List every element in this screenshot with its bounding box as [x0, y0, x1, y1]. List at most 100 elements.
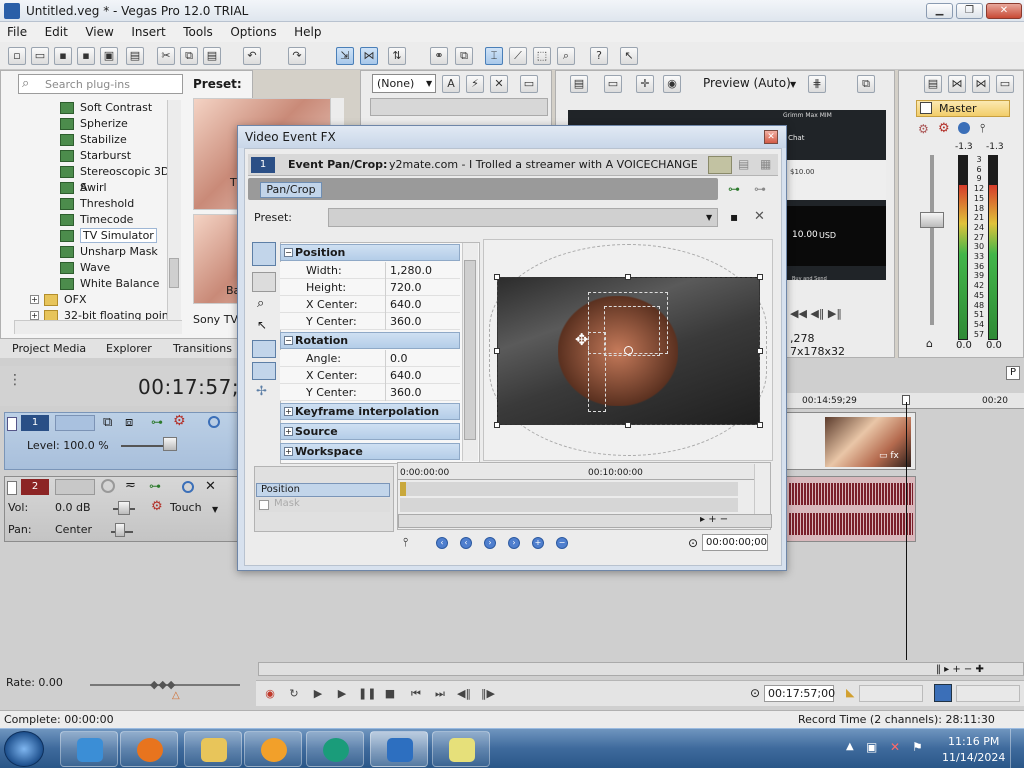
crop-handle-tr[interactable]	[757, 274, 763, 280]
prop-row-angle[interactable]: Angle: 0.0	[280, 350, 460, 367]
plugin-item[interactable]: Wave	[60, 260, 170, 276]
chain-view-icon[interactable]: ▤	[738, 157, 749, 171]
keyframe-track-mask[interactable]: Mask	[256, 498, 390, 512]
envelope-edit-tool-icon[interactable]: ⟋	[509, 47, 527, 65]
move-icon[interactable]: ↖	[257, 318, 267, 332]
automation-mode-dropdown[interactable]: Touch	[170, 501, 202, 514]
go-to-end-icon[interactable]: ⏭	[432, 686, 448, 702]
preview-grid-icon[interactable]: ⋕	[808, 75, 826, 93]
menu-help[interactable]: Help	[287, 22, 328, 39]
master-fx-gear-icon[interactable]: ⚙	[938, 121, 950, 136]
play-from-start-icon[interactable]: ▶	[310, 686, 326, 702]
master-lock-icon[interactable]: ⌂	[926, 337, 933, 350]
track-mute-icon[interactable]	[208, 416, 220, 428]
crop-handle-tl[interactable]	[494, 274, 500, 280]
menu-options[interactable]: Options	[223, 22, 283, 39]
ripple-edit-icon[interactable]: ⇅	[388, 47, 406, 65]
mixer-insert-icon[interactable]: ⋈	[948, 75, 966, 93]
next-keyframe-icon[interactable]: ›	[484, 537, 496, 549]
sync-cursor-icon[interactable]: ⫯	[403, 535, 408, 550]
flag-icon[interactable]: ⚑	[912, 740, 923, 754]
pan-crop-fx-button[interactable]: Pan/Crop	[260, 182, 322, 198]
add-fx-icon[interactable]: ⊶	[728, 182, 740, 196]
redo-icon[interactable]: ↷	[288, 47, 306, 65]
taskbar-vegas[interactable]	[370, 731, 428, 767]
plugin-item[interactable]: Soft Contrast	[60, 100, 170, 116]
preview-quality-dropdown[interactable]: Preview (Auto)	[703, 76, 791, 90]
crop-handle-l[interactable]	[494, 348, 500, 354]
save-as-icon[interactable]: ▪	[77, 47, 95, 65]
lock-aspect-icon[interactable]	[252, 362, 276, 380]
audio-track-header[interactable]: 2 ≂ ⊶ ✕ Vol: 0.0 dB ⚙ Touch ▼ Pan: Cente…	[4, 476, 253, 542]
lock-envelopes-icon[interactable]: ⚭	[430, 47, 448, 65]
master-fx-icon[interactable]: ⚙	[918, 122, 929, 136]
prop-row-rot-y-center[interactable]: Y Center: 360.0	[280, 384, 460, 401]
add-keyframe-icon[interactable]: +	[532, 537, 544, 549]
render-as-icon[interactable]: ▣	[100, 47, 118, 65]
clock-date[interactable]: 11/14/2024	[942, 751, 1005, 764]
what-is-this-icon[interactable]: ?	[590, 47, 608, 65]
tab-project-media[interactable]: Project Media	[12, 342, 86, 355]
remove-fx-icon[interactable]: ⊶	[754, 182, 766, 196]
trimmer-ruler[interactable]	[370, 98, 548, 116]
crop-frame[interactable]: ✥	[497, 277, 760, 425]
timeline-marker-icon[interactable]: P	[1006, 366, 1020, 380]
copy-icon[interactable]: ⧉	[180, 47, 198, 65]
selection-edit-tool-icon[interactable]: ⬚	[533, 47, 551, 65]
track-expand-icon[interactable]	[7, 417, 17, 431]
keyframe-vscrollbar[interactable]	[754, 464, 770, 514]
last-keyframe-icon[interactable]: ›	[508, 537, 520, 549]
ignore-grouping-icon[interactable]: ⧉	[455, 47, 473, 65]
prop-row-x-center[interactable]: X Center: 640.0	[280, 296, 460, 313]
vol-slider-handle[interactable]	[118, 501, 130, 515]
prop-row-rot-x-center[interactable]: X Center: 640.0	[280, 367, 460, 384]
prev-keyframe-icon[interactable]: ‹	[460, 537, 472, 549]
zoom-edit-tool-icon[interactable]: ⌕	[557, 47, 575, 65]
delete-preset-icon[interactable]: ✕	[754, 209, 765, 224]
enable-snapping-icon[interactable]	[252, 340, 276, 358]
level-slider-handle[interactable]	[163, 437, 177, 451]
section-position[interactable]: − Position	[280, 244, 460, 261]
normal-edit-tool-icon[interactable]: ⌶	[485, 47, 503, 65]
prop-row-y-center[interactable]: Y Center: 360.0	[280, 313, 460, 330]
trimmer-clear-icon[interactable]: ✕	[490, 75, 508, 93]
scale-about-center-icon[interactable]: ✢	[256, 384, 267, 399]
audio-track-name-field[interactable]	[55, 479, 95, 495]
show-properties-icon[interactable]	[252, 242, 276, 266]
trimmer-marker-icon[interactable]: A	[442, 75, 460, 93]
keyframe-marker[interactable]	[400, 482, 406, 496]
preview-properties-icon[interactable]: ▤	[570, 75, 588, 93]
video-track-header[interactable]: 1 ⧉ ⧈ ⊶ ⚙ Level: 100.0 %	[4, 412, 253, 470]
preset-dropdown[interactable]	[328, 208, 718, 227]
menu-tools[interactable]: Tools	[176, 22, 220, 39]
preview-external-monitor-icon[interactable]: ▭	[604, 75, 622, 93]
track-settings-gear-icon[interactable]: ⚙	[173, 413, 186, 429]
taskbar-firefox[interactable]	[120, 731, 178, 767]
timeline-expand-icon[interactable]: ⋮	[8, 372, 22, 388]
crop-handle-br[interactable]	[757, 422, 763, 428]
tray-expand-icon[interactable]: ▲	[846, 741, 854, 752]
trimmer-flash-icon[interactable]: ⚡	[466, 75, 484, 93]
prop-row-width[interactable]: Width: 1,280.0	[280, 262, 460, 279]
preview-fx-icon[interactable]: ◉	[663, 75, 681, 93]
taskbar-ie[interactable]	[60, 731, 118, 767]
open-folder-icon[interactable]: ▭	[31, 47, 49, 65]
delete-keyframe-icon[interactable]: −	[556, 537, 568, 549]
pause-icon[interactable]: ❚❚	[358, 686, 376, 702]
plugin-list-hscrollbar[interactable]	[14, 320, 182, 334]
next-frame-icon[interactable]: ‖▶	[480, 686, 496, 702]
preview-split-icon[interactable]: ✛	[636, 75, 654, 93]
keyframe-zoom-controls[interactable]: ▸ + −	[700, 514, 728, 525]
dialog-close-button[interactable]: ✕	[764, 130, 778, 144]
preview-transport-icons[interactable]: ◀◀ ◀‖ ▶‖	[790, 307, 850, 320]
keyframe-ruler[interactable]	[398, 464, 754, 480]
tab-transitions[interactable]: Transitions	[173, 342, 232, 355]
mixer-mute-icon[interactable]: ⋈	[972, 75, 990, 93]
go-to-start-icon[interactable]: ⏮	[408, 686, 424, 702]
timeline-zoom-controls[interactable]: ‖ ▸ + − ✚	[936, 664, 984, 675]
trimmer-monitor-icon[interactable]: ▭	[520, 75, 538, 93]
event-fx-icon[interactable]: ▭ fx	[879, 451, 909, 465]
track-composite-icon[interactable]: ⧈	[125, 415, 133, 430]
crop-handle-b[interactable]	[625, 422, 631, 428]
plugin-item[interactable]: White Balance	[60, 276, 170, 292]
